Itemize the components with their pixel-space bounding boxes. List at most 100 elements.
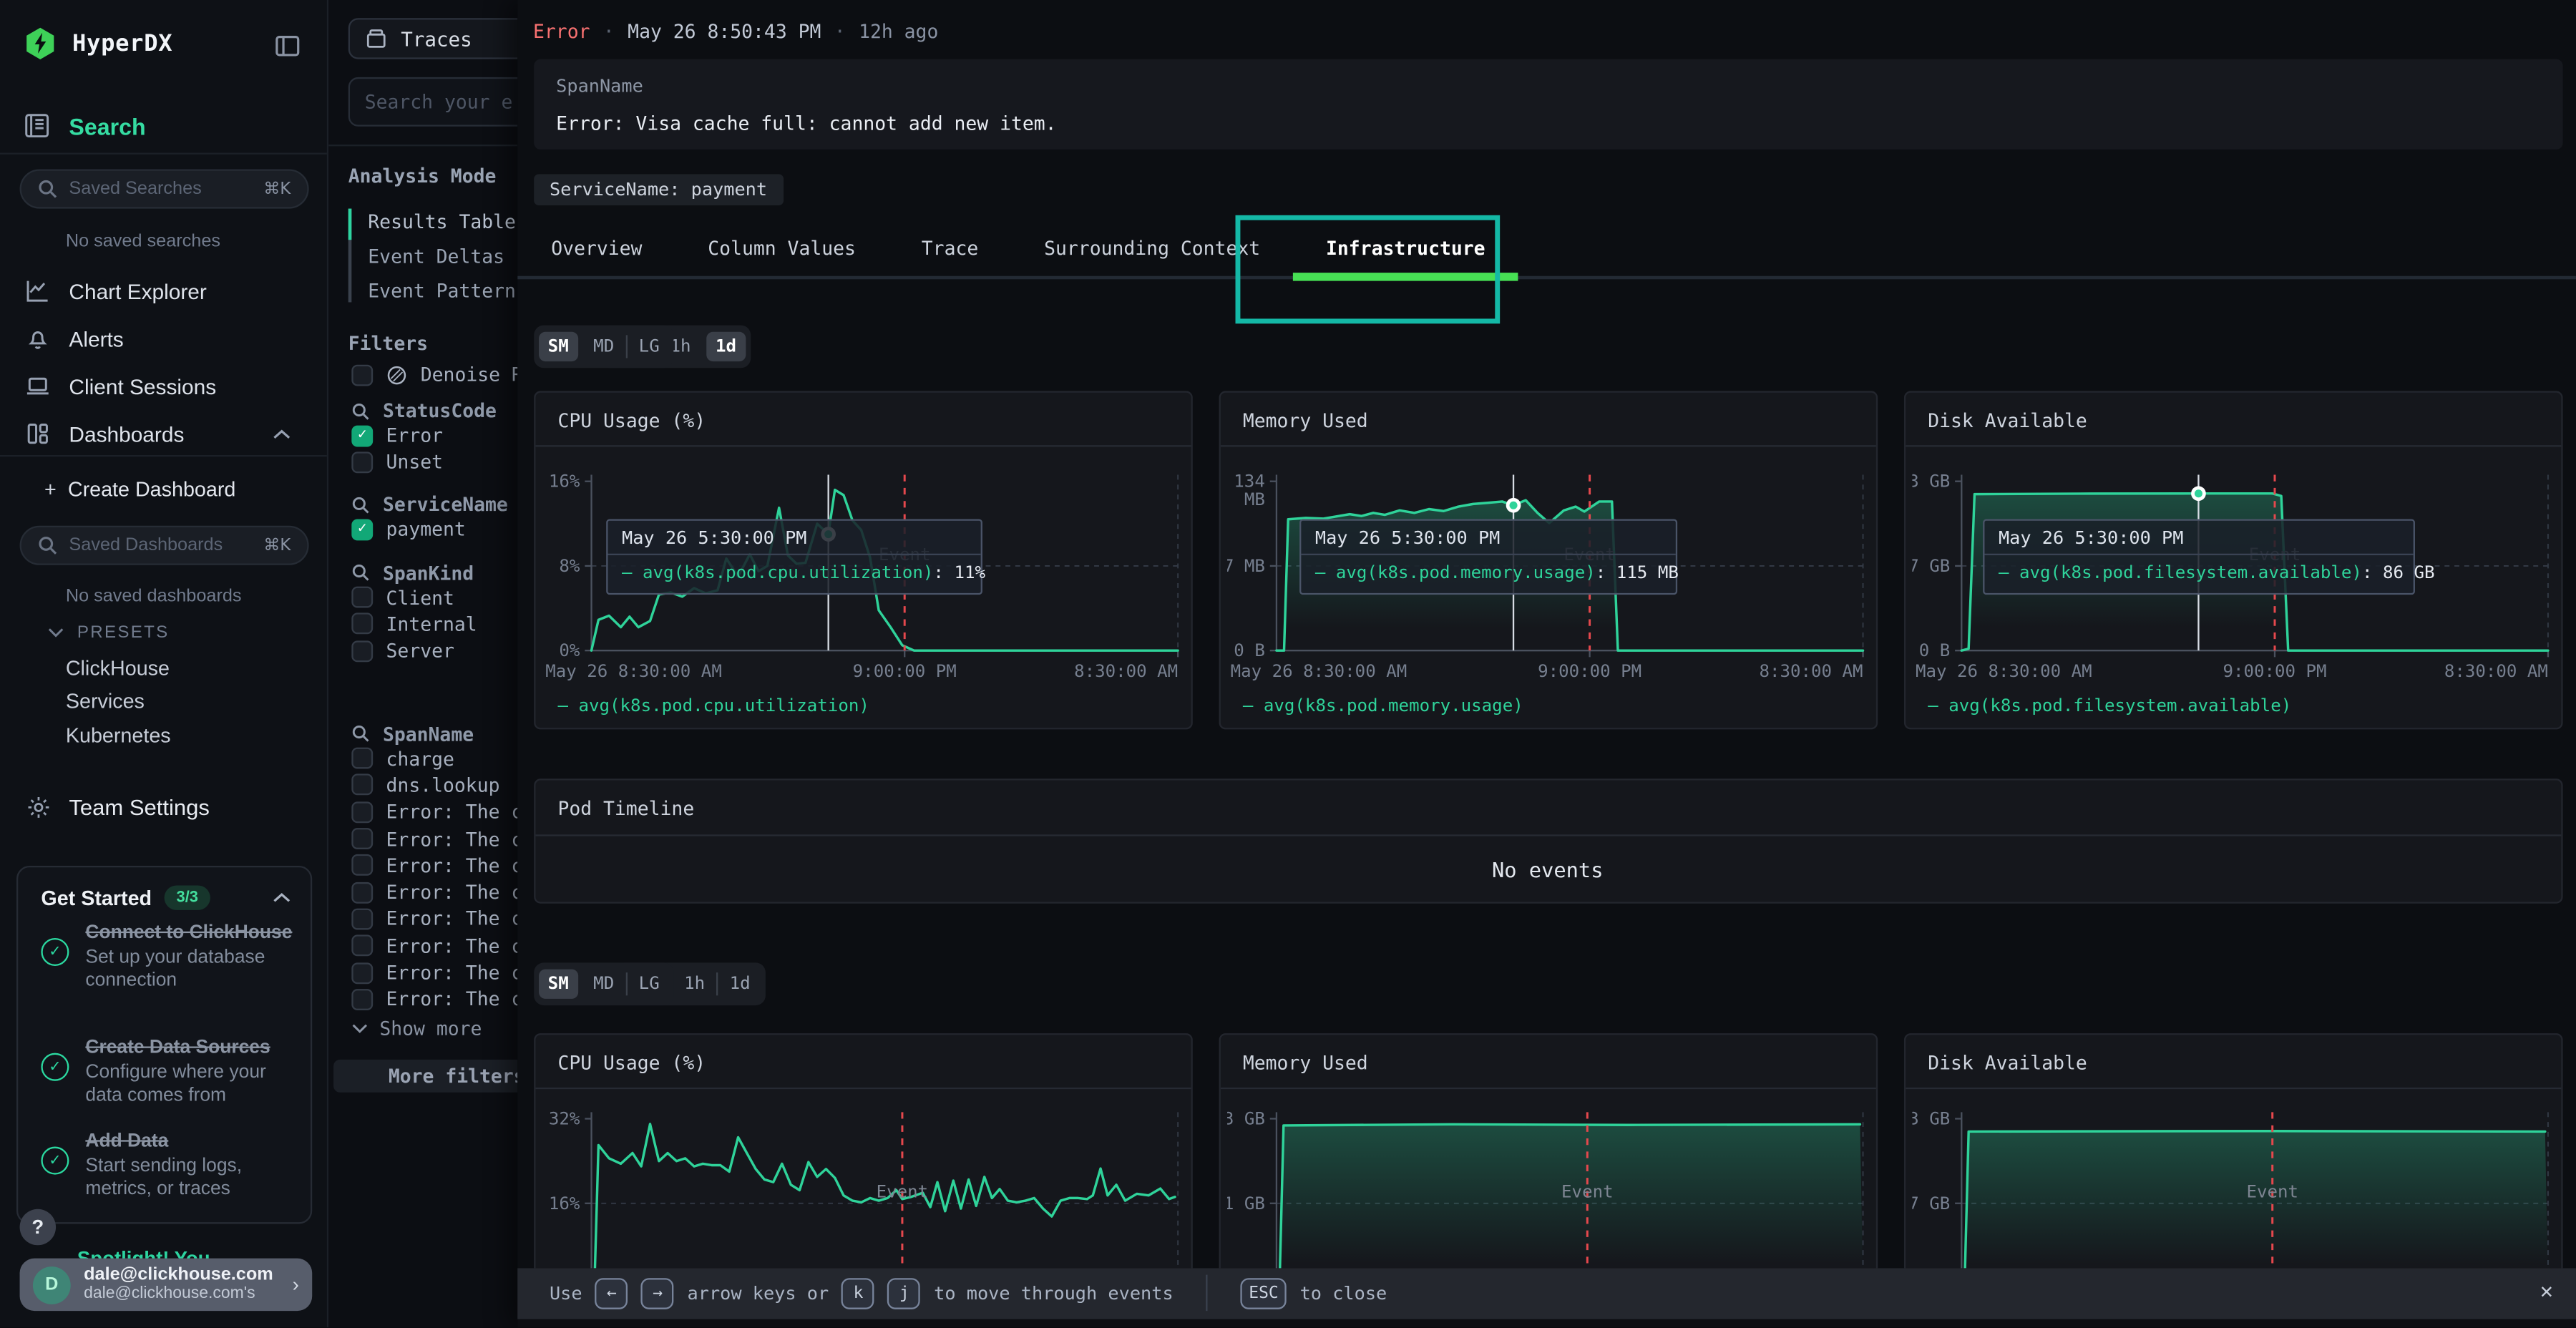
filter-option[interactable]: Internal (351, 612, 477, 635)
checkbox[interactable] (351, 774, 373, 796)
filter-option[interactable]: Client (351, 585, 454, 608)
chart-tooltip: May 26 5:30:00 PM — avg(k8s.pod.cpu.util… (605, 518, 982, 594)
laptop-icon (24, 373, 51, 399)
checkbox[interactable] (351, 364, 373, 386)
pod-charts-row: CPU Usage (%)Event16%8%0%May 26 8:30:00 … (533, 390, 2562, 728)
tab-column-values[interactable]: Column Values (708, 235, 856, 258)
node-size-lg[interactable]: LG (629, 968, 670, 997)
service-name-chip[interactable]: ServiceName: payment (533, 174, 784, 205)
saved-dashboards-input[interactable]: Saved Dashboards ⌘K (20, 526, 309, 565)
svg-text:May 26 8:30:00 AM: May 26 8:30:00 AM (1229, 660, 1406, 680)
checkbox[interactable]: ✓ (351, 518, 373, 540)
checkbox[interactable] (351, 935, 373, 957)
create-dashboard-button[interactable]: +Create Dashboard (44, 478, 235, 501)
filter-option[interactable]: Error: The cr (351, 988, 517, 1011)
filter-option[interactable]: Error: The cr (351, 934, 517, 957)
help-button[interactable]: ? (20, 1209, 57, 1246)
chart-title: CPU Usage (%) (535, 1034, 1190, 1073)
sidebar-item-team-settings[interactable]: Team Settings (26, 795, 210, 819)
filter-option[interactable]: Error: The cr (351, 961, 517, 984)
filter-option[interactable]: dns.lookup (351, 773, 499, 796)
get-started-item[interactable]: ✓ Add DataStart sending logs, metrics, o… (41, 1131, 292, 1203)
checkbox[interactable] (351, 908, 373, 929)
filter-denoise[interactable]: Denoise Re (351, 363, 517, 386)
close-icon[interactable]: ✕ (2540, 1279, 2553, 1303)
node-size-sm[interactable]: SM (538, 968, 579, 997)
hyperdx-logo-icon (23, 26, 57, 61)
filter-option[interactable]: Error: The cr (351, 907, 517, 930)
arrow-right-key[interactable]: → (641, 1277, 674, 1309)
tab-trace[interactable]: Trace (922, 235, 978, 258)
sidebar-item-search[interactable]: Search (23, 112, 146, 140)
pod-size-lg[interactable]: LG (629, 331, 670, 361)
denoise-icon (386, 364, 408, 386)
svg-text:0 B: 0 B (1918, 640, 1950, 660)
sidebar-item-alerts[interactable]: Alerts (0, 321, 327, 357)
preset-services[interactable]: Services (66, 690, 145, 713)
tab-infrastructure[interactable]: Infrastructure (1326, 235, 1485, 258)
k-key[interactable]: k (842, 1277, 875, 1309)
mode-results-table[interactable]: Results Table (368, 210, 516, 233)
get-started-item[interactable]: ✓ Create Data SourcesConfigure where you… (41, 1037, 292, 1109)
chart-title: Memory Used (1220, 1034, 1875, 1073)
sidebar-item-chart-explorer[interactable]: Chart Explorer (0, 273, 327, 309)
checkbox[interactable]: ✓ (351, 424, 373, 446)
checkbox[interactable] (351, 962, 373, 983)
checkbox[interactable] (351, 451, 373, 473)
mode-event-deltas[interactable]: Event Deltas (368, 245, 504, 268)
filter-option[interactable]: Error: The cr (351, 881, 517, 904)
j-key[interactable]: j (888, 1277, 921, 1309)
saved-searches-input[interactable]: Saved Searches ⌘K (20, 169, 309, 208)
checkbox[interactable] (351, 855, 373, 877)
show-more-button[interactable]: Show more (351, 1017, 482, 1040)
sidebar-item-dashboards[interactable]: Dashboards (0, 416, 327, 452)
more-filters-button[interactable]: More filters (333, 1060, 517, 1093)
filter-option[interactable]: Server (351, 639, 454, 662)
checkbox[interactable] (351, 587, 373, 608)
svg-text:134: 134 (1233, 471, 1264, 491)
checkbox[interactable] (351, 748, 373, 769)
chart-card-disk-available: Disk AvailableEvent93 GB47 GB0 BMay 26 8… (1903, 390, 2562, 728)
svg-text:8:30:00 AM: 8:30:00 AM (1758, 660, 1862, 680)
no-saved-searches-note: No saved searches (66, 232, 220, 252)
pod-size-md[interactable]: MD (583, 331, 624, 361)
preset-clickhouse[interactable]: ClickHouse (66, 657, 170, 680)
user-menu[interactable]: D dale@clickhouse.com dale@clickhouse.co… (20, 1259, 313, 1311)
check-circle-icon: ✓ (41, 1053, 69, 1081)
get-started-item[interactable]: ✓ Connect to ClickHouseSet up your datab… (41, 922, 292, 994)
checkbox[interactable] (351, 828, 373, 849)
sidebar-item-client-sessions[interactable]: Client Sessions (0, 368, 327, 404)
sidebar-collapse-icon[interactable] (274, 33, 301, 59)
filter-option[interactable]: Error: The cr (351, 854, 517, 877)
event-search-input[interactable]: Search your e (348, 77, 517, 127)
esc-key[interactable]: ESC (1241, 1277, 1287, 1309)
pod-size-sm[interactable]: SM (538, 331, 579, 361)
mode-event-patterns[interactable]: Event Patterns (368, 279, 517, 302)
filter-option[interactable]: Unset (351, 451, 443, 474)
checkbox[interactable] (351, 640, 373, 661)
tab-surrounding-context[interactable]: Surrounding Context (1044, 235, 1260, 258)
filter-option[interactable]: Error: The cr (351, 827, 517, 850)
logo[interactable]: HyperDX (23, 26, 172, 61)
checkbox[interactable] (351, 989, 373, 1010)
svg-text:May 26 8:30:00 AM: May 26 8:30:00 AM (1915, 660, 2092, 680)
arrow-left-key[interactable]: ← (595, 1277, 628, 1309)
checkbox[interactable] (351, 882, 373, 903)
source-select[interactable]: Traces (348, 18, 517, 59)
node-size-md[interactable]: MD (583, 968, 624, 997)
user-email: dale@clickhouse.com (84, 1265, 273, 1285)
preset-kubernetes[interactable]: Kubernetes (66, 724, 171, 747)
search-icon (351, 495, 369, 513)
chart-card-cpu-usage-: CPU Usage (%)Event32%16% (533, 1032, 1192, 1267)
filter-option[interactable]: ✓payment (351, 517, 465, 540)
checkbox[interactable] (351, 613, 373, 635)
filter-option[interactable]: ✓Error (351, 424, 443, 446)
filter-option[interactable]: charge (351, 747, 454, 770)
panel-content: Error · May 26 8:50:43 PM · 12h ago Span… (517, 0, 2576, 1267)
chevron-up-icon[interactable] (273, 892, 291, 904)
presets-toggle[interactable]: PRESETS (48, 622, 170, 643)
checkbox[interactable] (351, 801, 373, 823)
span-name-label: SpanName (556, 76, 2539, 97)
filter-option[interactable]: Error: The cr (351, 801, 517, 824)
tab-overview[interactable]: Overview (551, 235, 642, 258)
